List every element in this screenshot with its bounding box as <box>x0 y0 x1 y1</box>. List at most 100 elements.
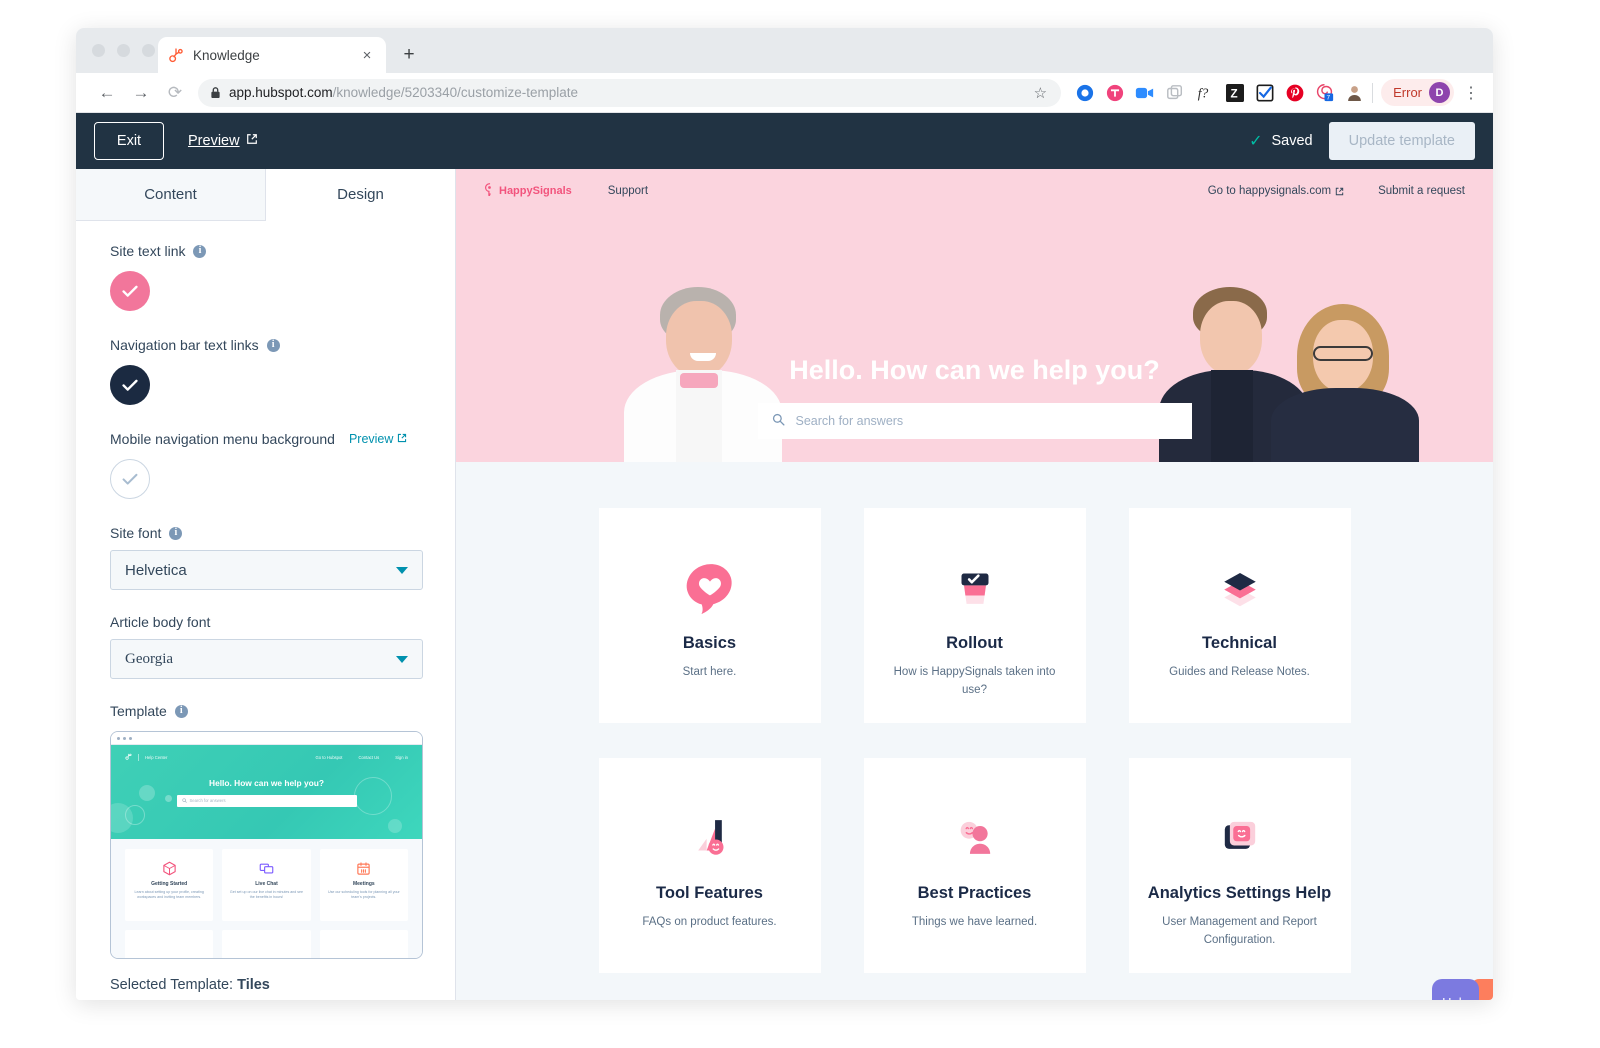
field-article-body-font: Article body font Georgia <box>110 614 423 679</box>
kb-card-desc: Things we have learned. <box>911 916 1038 928</box>
url-domain: app.hubspot.com <box>229 85 333 100</box>
site-text-link-label: Site text link <box>110 243 186 259</box>
kb-card-desc: How is HappySignals taken into use? <box>893 666 1056 696</box>
browser-tab-knowledge[interactable]: Knowledge × <box>158 37 386 73</box>
external-link-icon <box>1335 187 1344 196</box>
browser-urlbar: ← → ⟳ app.hubspot.com/knowledge/5203340/… <box>76 73 1493 113</box>
template-thumb-search-placeholder: Search for answers <box>189 798 226 803</box>
help-button[interactable]: Help <box>1432 979 1479 1000</box>
kb-nav-link-submit-request[interactable]: Submit a request <box>1378 185 1465 197</box>
mobile-nav-bg-label-row: Mobile navigation menu background Previe… <box>110 431 423 447</box>
article-body-font-select[interactable]: Georgia <box>110 639 423 679</box>
browser-window: Knowledge × + ← → ⟳ app.hubspot.com/know… <box>76 28 1493 1000</box>
kb-category-row: Tool Features FAQs on product features. <box>598 758 1351 973</box>
browser-menu-icon[interactable]: ⋮ <box>1463 83 1479 103</box>
kb-card-title: Basics <box>682 634 737 652</box>
info-icon[interactable]: i <box>193 244 207 258</box>
browser-tab-title: Knowledge <box>193 47 260 63</box>
minimize-window-dot[interactable] <box>117 44 130 57</box>
template-thumb-card-title: Getting Started <box>151 881 188 887</box>
info-icon[interactable]: i <box>266 338 280 352</box>
nav-bar-text-links-label: Navigation bar text links <box>110 337 259 353</box>
kb-card-technical[interactable]: Technical Guides and Release Notes. <box>1128 508 1351 723</box>
info-icon[interactable]: i <box>174 704 188 718</box>
pinterest-icon[interactable] <box>1285 83 1304 102</box>
template-thumb-hero: Help Center Go to Hubspot Contact Us Sig… <box>111 745 422 839</box>
tab-content[interactable]: Content <box>76 169 266 220</box>
site-text-link-color-swatch[interactable] <box>110 271 150 311</box>
people-smiley-icon <box>948 806 1002 868</box>
forward-icon[interactable]: → <box>124 76 158 110</box>
close-window-dot[interactable] <box>92 44 105 57</box>
zotero-z-icon[interactable]: Z <box>1225 83 1244 102</box>
template-thumbnail[interactable]: Help Center Go to Hubspot Contact Us Sig… <box>110 731 423 959</box>
decor-circle <box>388 819 402 833</box>
mobile-nav-bg-label: Mobile navigation menu background <box>110 431 335 447</box>
decor-circle <box>165 795 172 802</box>
template-thumb-cards: Getting Started Learn about setting up y… <box>111 839 422 958</box>
zoom-camera-icon[interactable] <box>1135 83 1154 102</box>
happysignals-logo[interactable]: HappySignals <box>484 183 572 199</box>
browser-tabstrip: Knowledge × + <box>76 28 1493 73</box>
spiral-badge-icon[interactable]: 7 <box>1315 83 1334 102</box>
hubspot-sprocket-icon <box>168 47 184 63</box>
kb-hero-title: Hello. How can we help you? <box>789 355 1160 385</box>
new-tab-button[interactable]: + <box>394 40 424 70</box>
chevron-down-icon <box>396 566 408 574</box>
kb-card-title: Analytics Settings Help <box>1147 884 1332 902</box>
sidebar-tabs: Content Design <box>76 169 455 221</box>
window-traffic-lights[interactable] <box>92 44 155 57</box>
app-header: Exit Preview ✓ Saved Update template <box>76 113 1493 169</box>
kb-nav-link-happysignals-com[interactable]: Go to happysignals.com <box>1208 185 1344 197</box>
template-thumb-nav: Help Center Go to Hubspot Contact Us Sig… <box>111 753 422 761</box>
reload-icon[interactable]: ⟳ <box>158 76 192 110</box>
preview-link[interactable]: Preview <box>188 133 258 149</box>
selected-template-row: Selected Template: Tiles <box>110 959 423 993</box>
kb-card-analytics-settings-help[interactable]: Analytics Settings Help User Management … <box>1128 758 1351 973</box>
update-template-button[interactable]: Update template <box>1328 122 1475 160</box>
happysignals-logo-text: HappySignals <box>499 185 572 197</box>
template-thumb-card-title: Meetings <box>352 881 375 887</box>
kb-card-rollout[interactable]: Rollout How is HappySignals taken into u… <box>863 508 1086 723</box>
calendar-icon <box>356 861 371 876</box>
toolbar-divider <box>1372 82 1374 103</box>
url-path: /knowledge/5203340/customize-template <box>332 85 578 100</box>
bookmark-star-icon[interactable]: ☆ <box>1034 84 1049 102</box>
avatar[interactable]: D <box>1429 82 1450 103</box>
info-icon[interactable]: i <box>169 526 183 540</box>
back-icon[interactable]: ← <box>90 76 124 110</box>
lock-icon <box>210 86 221 99</box>
f-question-icon[interactable]: f? <box>1195 83 1214 102</box>
decor-circle <box>354 777 392 815</box>
copy-windows-icon[interactable] <box>1165 83 1184 102</box>
kb-card-tool-features[interactable]: Tool Features FAQs on product features. <box>598 758 821 973</box>
error-label: Error <box>1393 85 1422 100</box>
exit-button[interactable]: Exit <box>94 122 164 160</box>
error-status-pill[interactable]: Error D <box>1381 79 1454 106</box>
kb-search-input[interactable]: Search for answers <box>757 403 1192 439</box>
address-bar[interactable]: app.hubspot.com/knowledge/5203340/custom… <box>198 78 1062 107</box>
kb-card-title: Rollout <box>946 634 1003 652</box>
checkbox-todo-icon[interactable] <box>1255 83 1274 102</box>
kb-nav-support-link[interactable]: Support <box>608 185 648 197</box>
site-font-select[interactable]: Helvetica <box>110 550 423 590</box>
template-thumb-card-partial <box>222 930 311 958</box>
kb-card-basics[interactable]: Basics Start here. <box>598 508 821 723</box>
person-photo-icon[interactable] <box>1345 83 1364 102</box>
chat-icon <box>259 861 274 876</box>
dot <box>123 736 126 740</box>
mobile-nav-preview-link[interactable]: Preview <box>349 432 407 446</box>
tab-design[interactable]: Design <box>266 169 455 221</box>
kb-hero: Hello. How can we help you? Search for a… <box>456 213 1493 462</box>
field-mobile-nav-bg: Mobile navigation menu background Previe… <box>110 431 423 499</box>
pink-circle-t-icon[interactable] <box>1105 83 1124 102</box>
kb-card-best-practices[interactable]: Best Practices Things we have learned. <box>863 758 1086 973</box>
stacked-layers-icon <box>1212 556 1268 618</box>
maximize-window-dot[interactable] <box>142 44 155 57</box>
nav-bar-text-links-color-swatch[interactable] <box>110 365 150 405</box>
blue-ring-icon[interactable] <box>1075 83 1094 102</box>
mobile-nav-bg-color-swatch[interactable] <box>110 459 150 499</box>
mobile-nav-preview-label: Preview <box>348 432 394 446</box>
close-icon[interactable]: × <box>358 48 376 63</box>
template-thumb-card: Live Chat Get set up on our live chat in… <box>222 849 311 921</box>
